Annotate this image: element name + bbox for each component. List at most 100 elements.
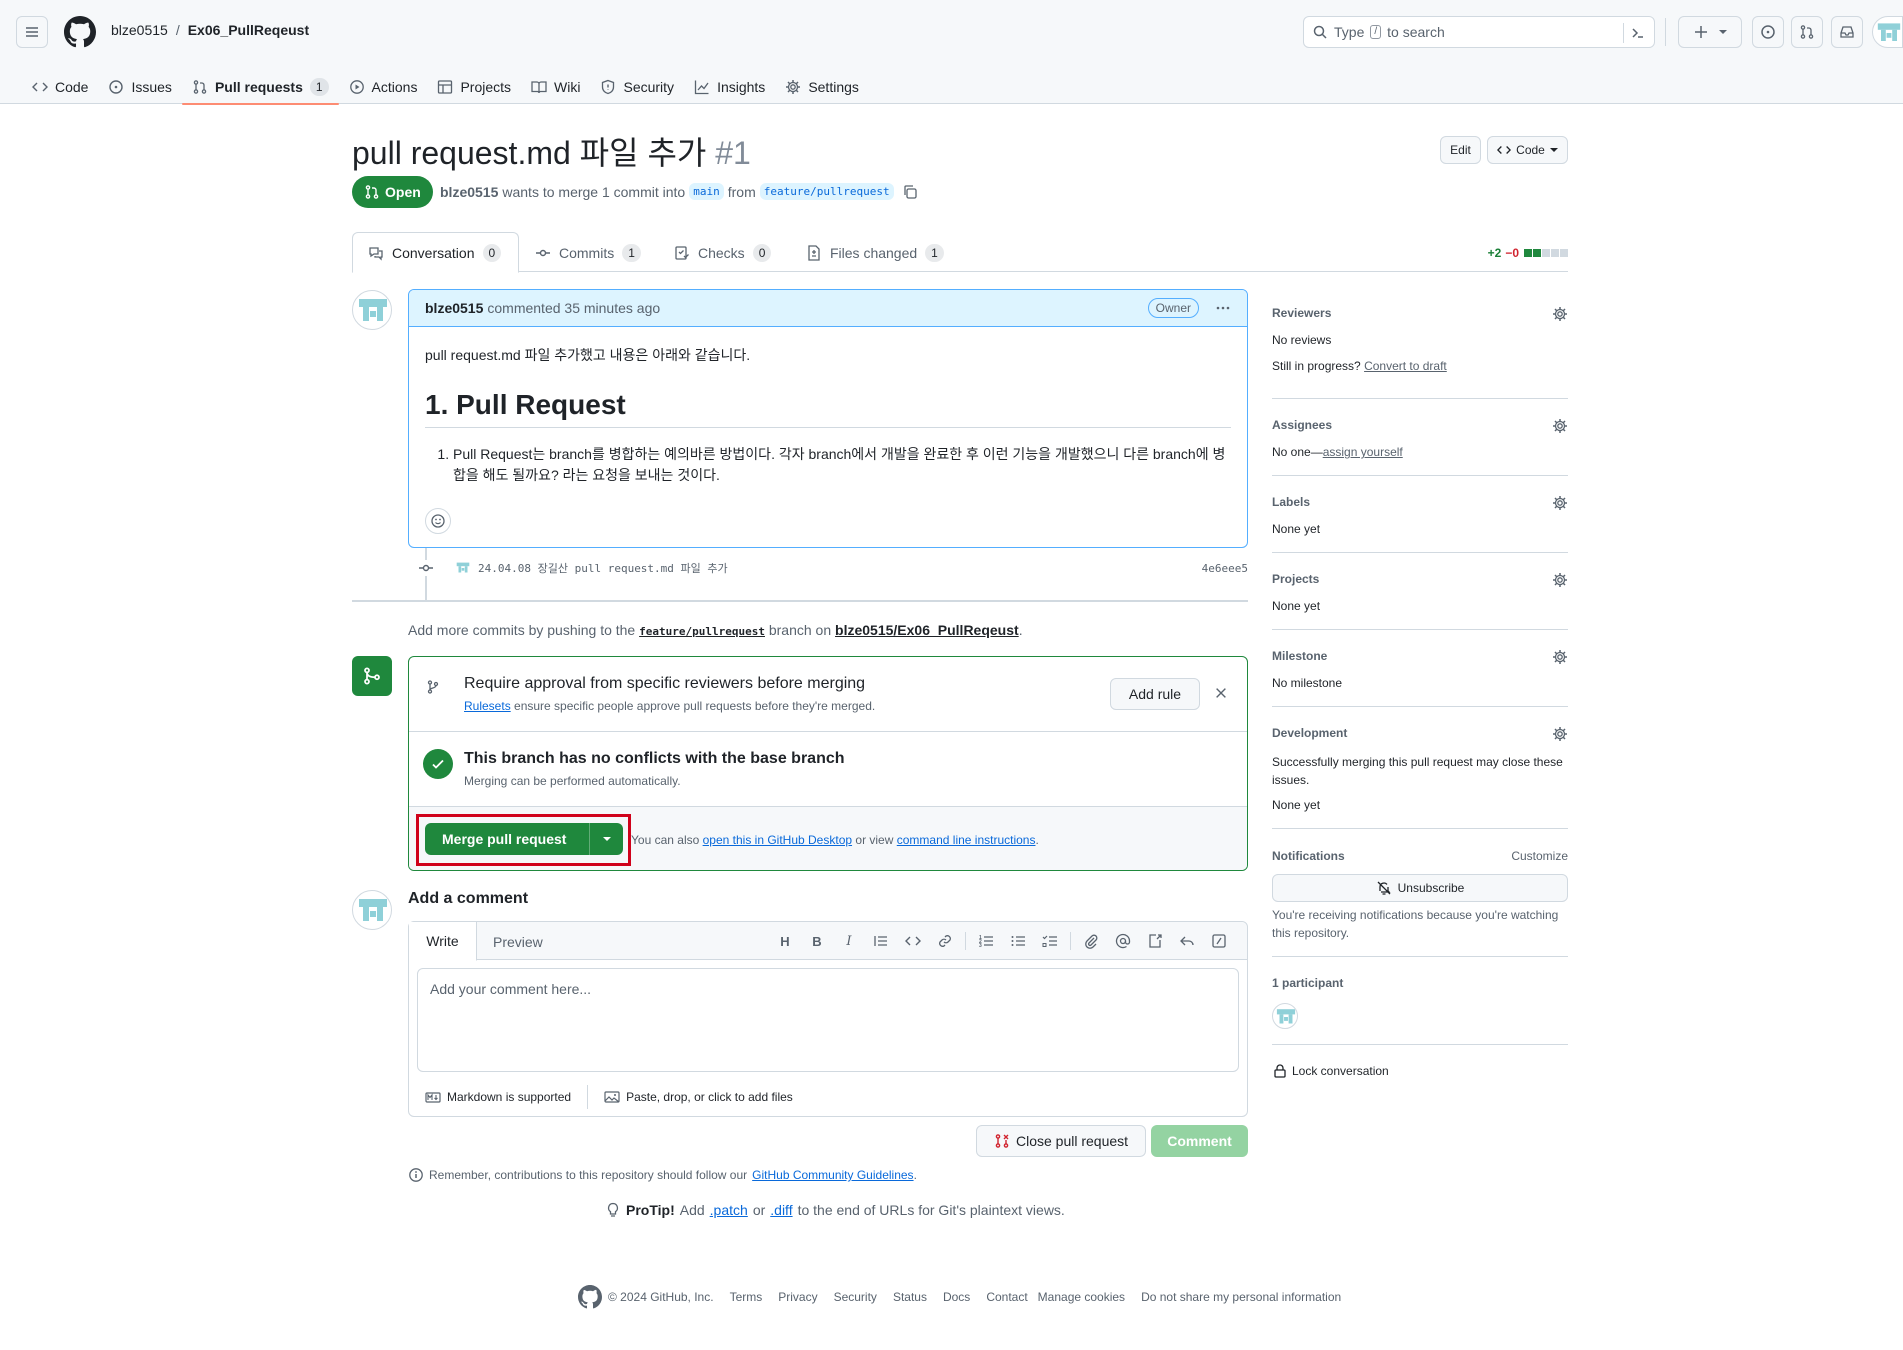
tab-files-changed[interactable]: Files changed 1: [791, 232, 959, 273]
tab-pull-requests[interactable]: Pull requests 1: [181, 64, 339, 105]
tab-preview[interactable]: Preview: [477, 922, 559, 961]
comment-submit-button[interactable]: Comment: [1151, 1125, 1248, 1157]
footer-link-manage-cookies[interactable]: Manage cookies: [1038, 1290, 1125, 1304]
commit-author-avatar[interactable]: [454, 559, 472, 577]
attach-files-button[interactable]: Paste, drop, or click to add files: [604, 1089, 809, 1105]
commit-message[interactable]: 24.04.08 장길산 pull request.md 파일 추가: [478, 560, 728, 576]
add-rule-button[interactable]: Add rule: [1110, 678, 1200, 710]
pr-author[interactable]: blze0515: [440, 184, 498, 200]
tab-projects[interactable]: Projects: [427, 64, 521, 104]
footer-link-privacy[interactable]: Privacy: [778, 1290, 817, 1304]
lock-conversation-button[interactable]: Lock conversation: [1272, 1063, 1389, 1079]
code-dropdown-button[interactable]: Code: [1487, 136, 1568, 164]
tab-checks[interactable]: Checks 0: [659, 232, 786, 273]
labels-title[interactable]: Labels: [1272, 495, 1310, 509]
patch-link[interactable]: .patch: [710, 1202, 748, 1218]
github-mark-icon[interactable]: [578, 1285, 602, 1309]
diff-link[interactable]: .diff: [770, 1202, 792, 1218]
diffstat[interactable]: +2 −0: [1488, 246, 1568, 260]
development-title[interactable]: Development: [1272, 726, 1347, 740]
gear-icon[interactable]: [1552, 726, 1568, 742]
footer-link-status[interactable]: Status: [893, 1290, 927, 1304]
tab-settings[interactable]: Settings: [775, 64, 869, 104]
guidelines-suffix: .: [913, 1168, 917, 1182]
close-icon[interactable]: [1214, 686, 1228, 700]
assign-yourself-link[interactable]: assign yourself: [1323, 445, 1403, 459]
cross-reference-icon[interactable]: [1139, 931, 1171, 951]
footer-link-security[interactable]: Security: [834, 1290, 877, 1304]
slash-command-icon[interactable]: [1203, 931, 1235, 951]
tab-commits[interactable]: Commits 1: [520, 232, 656, 273]
add-reaction-button[interactable]: [425, 508, 451, 534]
pull-requests-button[interactable]: [1791, 16, 1823, 48]
edit-title-button[interactable]: Edit: [1440, 136, 1481, 164]
footer-link-terms[interactable]: Terms: [730, 1290, 763, 1304]
base-branch[interactable]: main: [689, 183, 724, 200]
copy-icon[interactable]: [902, 184, 918, 200]
repo-owner-link[interactable]: blze0515: [111, 22, 168, 38]
avatar[interactable]: [1872, 16, 1903, 48]
gear-icon[interactable]: [1552, 572, 1568, 588]
gear-icon[interactable]: [1552, 495, 1568, 511]
code-icon[interactable]: [897, 931, 929, 951]
open-github-desktop-link[interactable]: open this in GitHub Desktop: [703, 833, 852, 847]
github-logo-icon[interactable]: [64, 16, 96, 48]
bold-icon[interactable]: B: [801, 931, 833, 951]
ordered-list-icon[interactable]: 123: [970, 931, 1002, 951]
footer-link-contact[interactable]: Contact: [986, 1290, 1027, 1304]
command-line-instructions-link[interactable]: command line instructions: [897, 833, 1036, 847]
tab-write[interactable]: Write: [409, 922, 477, 961]
convert-to-draft-link[interactable]: Convert to draft: [1364, 359, 1447, 373]
rulesets-link[interactable]: Rulesets: [464, 699, 511, 713]
tab-insights[interactable]: Insights: [684, 64, 775, 104]
head-branch[interactable]: feature/pullrequest: [759, 183, 894, 200]
assignees-title[interactable]: Assignees: [1272, 418, 1332, 432]
comment-author-avatar[interactable]: [352, 290, 392, 330]
quote-icon[interactable]: [865, 931, 897, 951]
tab-security[interactable]: Security: [590, 64, 684, 104]
tab-wiki[interactable]: Wiki: [521, 64, 590, 104]
participant-avatar[interactable]: [1272, 1003, 1298, 1029]
push-hint-repo-link[interactable]: blze0515/Ex06_PullReqeust: [835, 622, 1019, 638]
push-hint-branch[interactable]: feature/pullrequest: [639, 625, 765, 638]
tab-conversation[interactable]: Conversation 0: [352, 232, 519, 273]
comment-timestamp[interactable]: commented 35 minutes ago: [487, 300, 660, 316]
community-guidelines-link[interactable]: GitHub Community Guidelines: [752, 1168, 913, 1182]
tab-issues[interactable]: Issues: [98, 64, 181, 104]
reply-icon[interactable]: [1171, 931, 1203, 951]
unordered-list-icon[interactable]: [1002, 931, 1034, 951]
tab-actions[interactable]: Actions: [339, 64, 428, 104]
tab-code[interactable]: Code: [22, 64, 98, 104]
gear-icon[interactable]: [1552, 649, 1568, 665]
task-list-icon[interactable]: [1034, 931, 1066, 951]
issues-button[interactable]: [1752, 16, 1784, 48]
search-input[interactable]: Type / to search: [1303, 16, 1655, 48]
kebab-menu-icon[interactable]: [1215, 300, 1231, 316]
reviewers-title[interactable]: Reviewers: [1272, 306, 1331, 320]
gear-icon[interactable]: [1552, 418, 1568, 434]
projects-title[interactable]: Projects: [1272, 572, 1319, 586]
customize-link[interactable]: Customize: [1511, 849, 1568, 863]
menu-button[interactable]: [16, 16, 48, 48]
paperclip-icon[interactable]: [1075, 931, 1107, 951]
heading-icon[interactable]: H: [769, 931, 801, 951]
command-palette-icon[interactable]: [1630, 25, 1646, 41]
italic-icon[interactable]: I: [833, 931, 865, 951]
create-new-button[interactable]: [1678, 16, 1742, 48]
comment-author[interactable]: blze0515: [425, 300, 483, 316]
milestone-title[interactable]: Milestone: [1272, 649, 1327, 663]
gear-icon[interactable]: [1552, 306, 1568, 322]
repo-name-link[interactable]: Ex06_PullReqeust: [188, 22, 309, 38]
close-pull-request-button[interactable]: Close pull request: [976, 1125, 1146, 1157]
footer-link-docs[interactable]: Docs: [943, 1290, 970, 1304]
commit-sha[interactable]: 4e6eee5: [1202, 562, 1248, 575]
footer-link-do-not-share[interactable]: Do not share my personal information: [1141, 1290, 1341, 1304]
current-user-avatar[interactable]: [352, 890, 392, 930]
inbox-button[interactable]: [1831, 16, 1863, 48]
comment-textarea[interactable]: Add your comment here...: [417, 968, 1239, 1072]
editor-tabs: Write Preview H B I 123: [409, 922, 1247, 961]
link-icon[interactable]: [929, 931, 961, 951]
mention-icon[interactable]: [1107, 931, 1139, 951]
markdown-supported-link[interactable]: Markdown is supported: [425, 1085, 589, 1109]
unsubscribe-button[interactable]: Unsubscribe: [1272, 874, 1568, 902]
